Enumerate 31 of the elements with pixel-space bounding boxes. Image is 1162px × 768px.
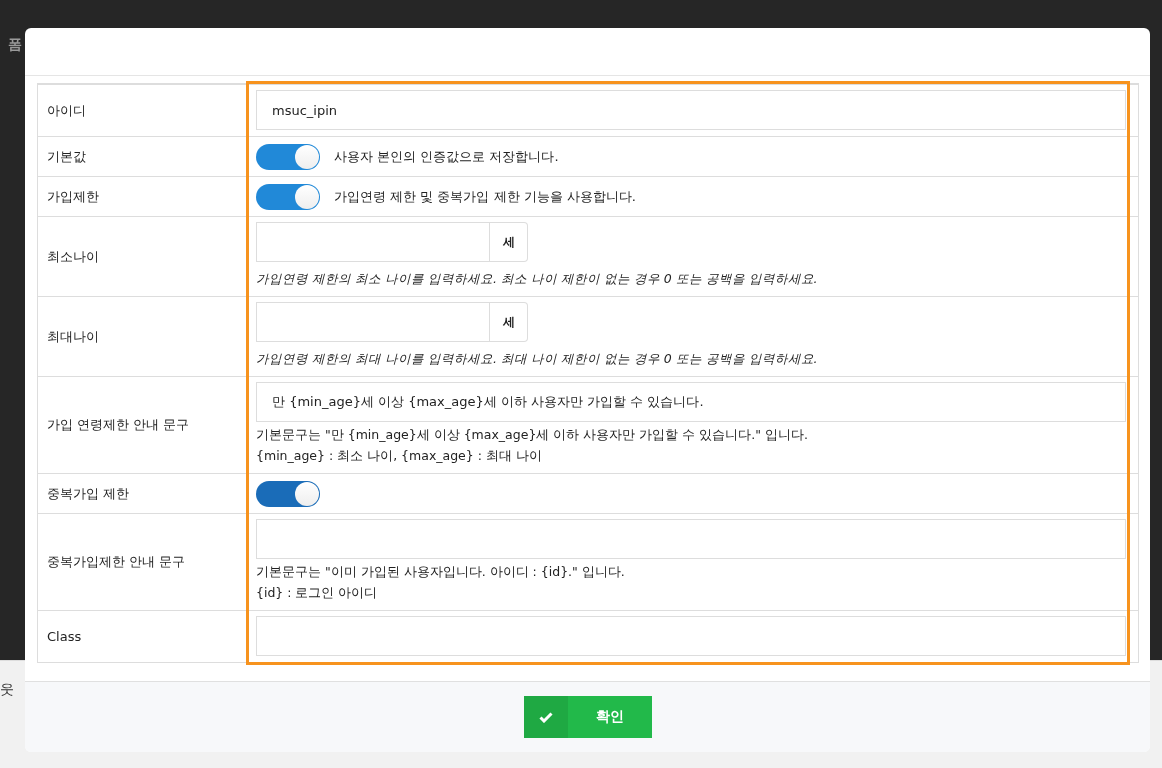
input-field[interactable]: msuc_ipin <box>256 90 1126 130</box>
input-field[interactable] <box>256 616 1126 656</box>
field-label: 가입제한 <box>47 187 99 206</box>
field-label: 중복가입제한 안내 문구 <box>47 553 186 571</box>
input-field[interactable] <box>256 519 1126 559</box>
toggle-description: 가입연령 제한 및 중복가입 제한 기능을 사용합니다. <box>334 187 636 206</box>
field-label: 최소나이 <box>47 247 99 266</box>
page-title: 폼 <box>8 36 22 54</box>
help-text: 기본문구는 "만 {min_age}세 이상 {max_age}세 이하 사용자만 가입할 수 있습니다." 입니다. <box>256 426 809 444</box>
field-label: 중복가입 제한 <box>47 484 130 503</box>
field-label: Class <box>47 629 82 644</box>
help-text: 가입연령 제한의 최대 나이를 입력하세요. 최대 나이 제한이 없는 경우 0 또는 공백을 입력하세요. <box>256 351 819 368</box>
nav-label: 웃 <box>0 681 14 699</box>
input-field[interactable]: 만 {min_age}세 이상 {max_age}세 이하 사용자만 가입할 수 있습니다. <box>256 382 1126 422</box>
toggle-description: 사용자 본인의 인증값으로 저장합니다. <box>334 147 559 166</box>
help-text: 기본문구는 "이미 가입된 사용자입니다. 아이디 : {id}." 입니다. <box>256 563 626 581</box>
input-field[interactable] <box>256 302 490 342</box>
toggle-switch[interactable] <box>256 480 320 507</box>
check-icon <box>538 711 553 723</box>
help-text: {min_age} : 최소 나이, {max_age} : 최대 나이 <box>256 447 543 465</box>
field-label: 아이디 <box>47 101 86 120</box>
input-field[interactable] <box>256 222 490 262</box>
field-label: 최대나이 <box>47 327 99 346</box>
unit-addon: 세 <box>490 222 528 262</box>
toggle-switch[interactable] <box>256 183 320 210</box>
toggle-switch[interactable] <box>256 143 320 170</box>
help-text: 가입연령 제한의 최소 나이를 입력하세요. 최소 나이 제한이 없는 경우 0 또는 공백을 입력하세요. <box>256 271 819 288</box>
help-text: {id} : 로그인 아이디 <box>256 584 379 602</box>
field-label: 가입 연령제한 안내 문구 <box>47 416 190 434</box>
unit-addon: 세 <box>490 302 528 342</box>
field-label: 기본값 <box>47 147 86 166</box>
